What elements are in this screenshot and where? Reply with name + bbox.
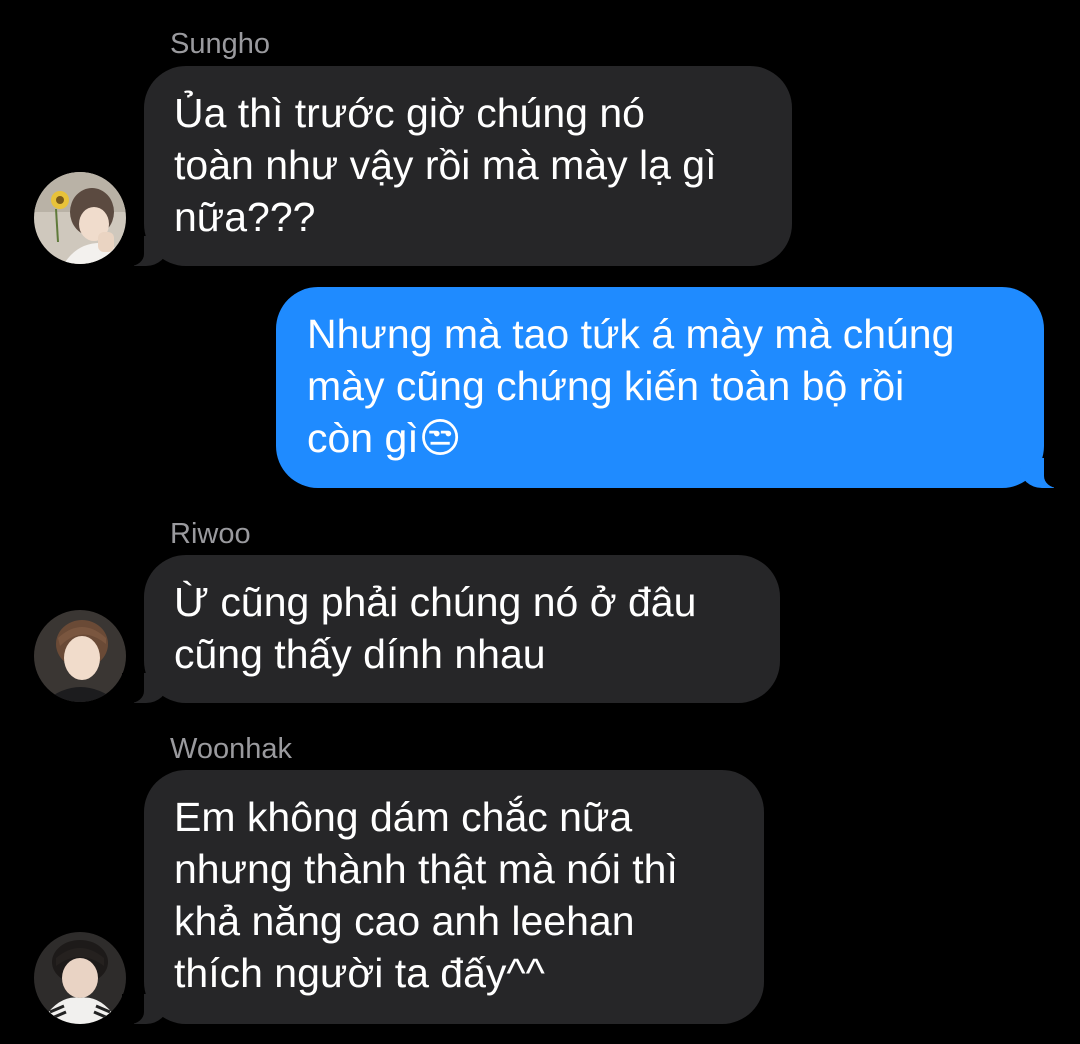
avatar-sungho[interactable] <box>34 172 126 264</box>
sender-name-woonhak: Woonhak <box>170 733 292 765</box>
avatar-image <box>34 932 126 1024</box>
chat-thread: Sungho Ủa thì trước giờ chúng nó toàn nh… <box>0 0 1080 1044</box>
message-bubble-riwoo[interactable]: Ừ cũng phải chúng nó ở đâu cũng thấy dín… <box>122 555 780 703</box>
avatar-image <box>34 172 126 264</box>
message-bubble-woonhak[interactable]: Em không dám chắc nữa nhưng thành thật m… <box>122 770 764 1024</box>
avatar-image <box>34 610 126 702</box>
message-bubble-sungho[interactable]: Ủa thì trước giờ chúng nó toàn như vậy r… <box>122 66 792 266</box>
avatar-woonhak[interactable] <box>34 932 126 1024</box>
sender-name-sungho: Sungho <box>170 28 270 60</box>
message-bubble-outgoing[interactable]: Nhưng mà tao tứk á mày mà chúng mày cũng… <box>276 287 1066 488</box>
sender-name-riwoo: Riwoo <box>170 518 251 550</box>
avatar-riwoo[interactable] <box>34 610 126 702</box>
